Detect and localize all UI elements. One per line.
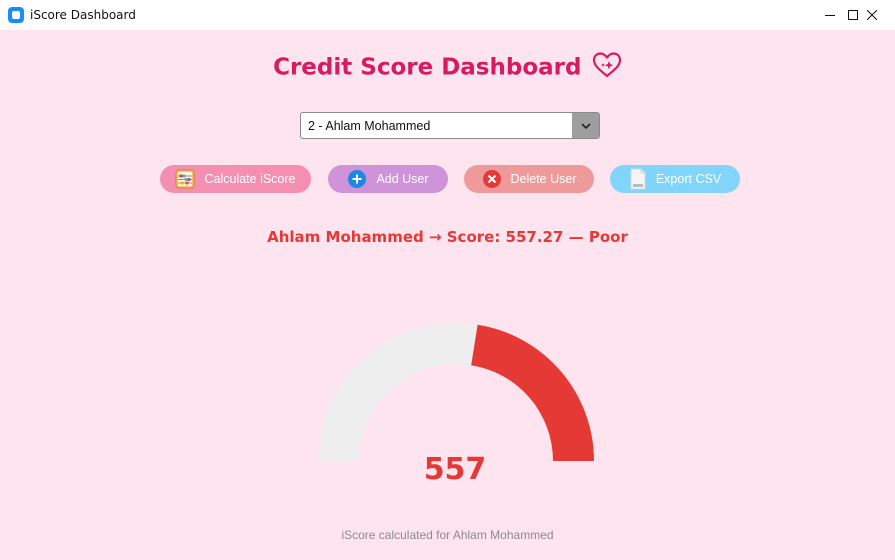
page-header: Credit Score Dashboard [0, 52, 895, 83]
document-icon [629, 168, 647, 190]
window-title: iScore Dashboard [30, 8, 136, 22]
status-text: iScore calculated for Ahlam Mohammed [341, 528, 554, 542]
delete-user-label: Delete User [510, 172, 577, 186]
user-select[interactable]: 2 - Ahlam Mohammed [300, 112, 600, 139]
close-icon [867, 10, 877, 20]
title-bar: iScore Dashboard [0, 0, 895, 30]
user-select-value: 2 - Ahlam Mohammed [308, 119, 431, 133]
close-button[interactable] [849, 0, 895, 30]
gauge-track [318, 323, 478, 461]
chevron-down-icon[interactable] [572, 113, 599, 138]
x-circle-icon [482, 169, 502, 189]
calculate-iscore-button[interactable]: Calculate iScore [160, 165, 311, 193]
app-icon [8, 7, 24, 23]
page-title: Credit Score Dashboard [273, 54, 582, 81]
delete-user-button[interactable]: Delete User [464, 165, 594, 193]
heart-sparkle-icon [592, 52, 622, 83]
export-csv-label: Export CSV [655, 172, 722, 186]
add-user-label: Add User [376, 172, 429, 186]
abacus-icon [175, 169, 195, 189]
plus-circle-icon [347, 169, 367, 189]
calculate-iscore-label: Calculate iScore [204, 172, 296, 186]
export-csv-button[interactable]: Export CSV [610, 165, 740, 193]
gauge-fill [471, 324, 594, 461]
score-result-text: Ahlam Mohammed → Score: 557.27 — Poor [267, 228, 628, 246]
add-user-button[interactable]: Add User [328, 165, 448, 193]
gauge-value: 557 [423, 452, 487, 487]
